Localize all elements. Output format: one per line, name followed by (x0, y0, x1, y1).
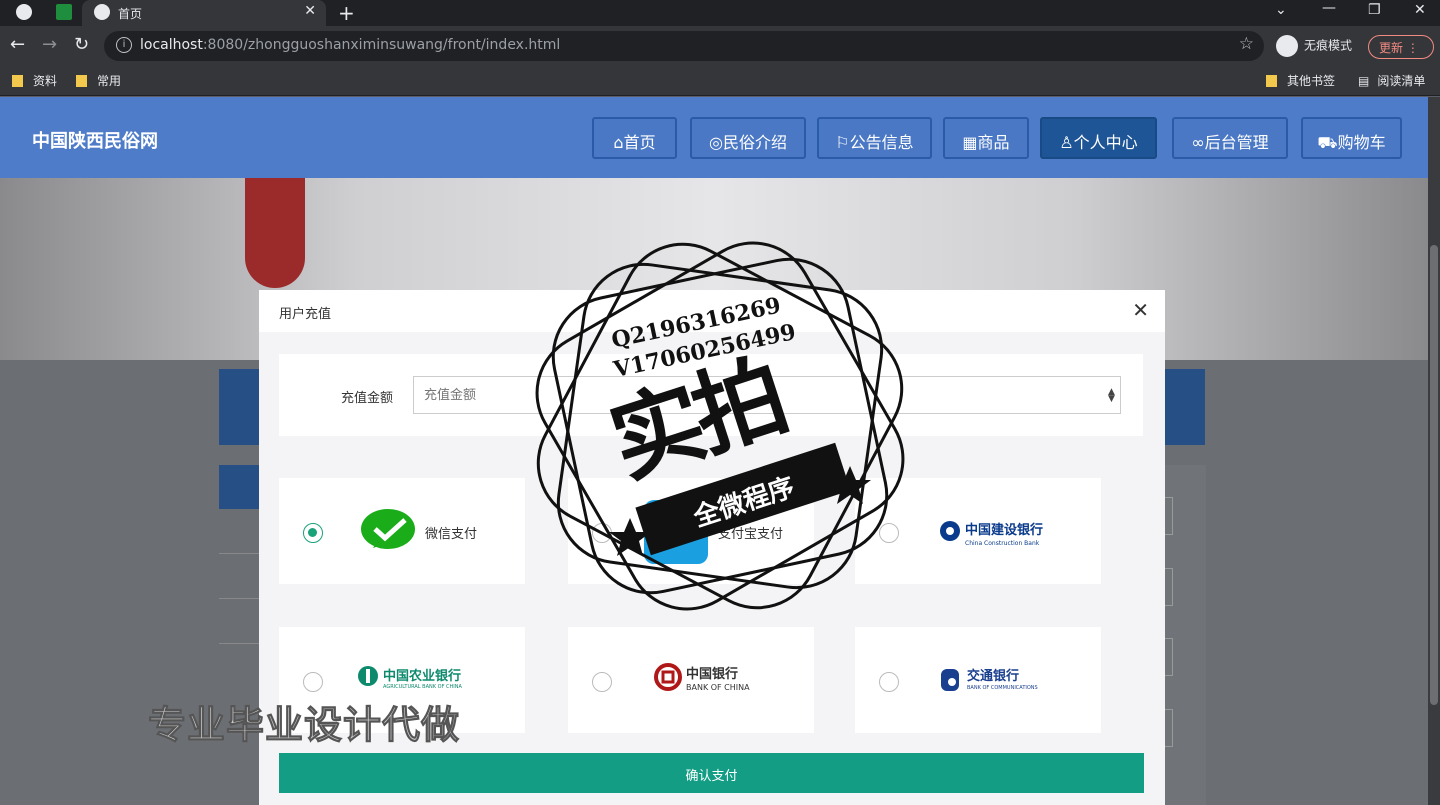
minimize-icon[interactable]: — (1322, 0, 1336, 16)
close-window-icon[interactable]: ✕ (1414, 2, 1426, 18)
tab-search-icon[interactable]: ⌄ (1275, 2, 1287, 18)
radio-boc[interactable] (592, 672, 612, 692)
abc-english-name: AGRICULTURAL BANK OF CHINA (383, 684, 462, 690)
globe-icon[interactable] (16, 4, 32, 20)
bocom-logo (941, 669, 959, 691)
back-icon[interactable]: ← (10, 34, 25, 55)
new-tab-icon[interactable]: + (338, 1, 355, 25)
bocom-english-name: BANK OF COMMUNICATIONS (967, 685, 1038, 691)
boc-logo (654, 663, 682, 691)
abc-logo (358, 666, 378, 686)
forward-icon[interactable]: → (42, 34, 57, 55)
site-header: 中国陕西民俗网 ⌂首页 ◎民俗介绍 ⚐公告信息 ▦商品 ♙个人中心 ∞后台管理 … (0, 97, 1428, 178)
tab-title: 首页 (118, 7, 143, 21)
globe-icon (94, 4, 110, 20)
nav-admin[interactable]: ∞后台管理 (1172, 117, 1288, 159)
browser-tab-strip: 首页 ✕ + ⌄ — ❐ ✕ (0, 0, 1440, 26)
folder-icon (1266, 75, 1277, 87)
address-bar[interactable]: i localhost:8080/zhongguoshanximinsuwang… (104, 31, 1264, 61)
payment-option-boc[interactable]: 中国银行 BANK OF CHINA (568, 627, 814, 733)
calendar-icon: ▦ (962, 133, 978, 152)
form-field[interactable] (1164, 497, 1173, 535)
payment-label: 中国农业银行 (383, 669, 462, 684)
link-icon: ∞ (1191, 133, 1205, 152)
update-button[interactable]: 更新 ⋮ (1368, 35, 1434, 59)
home-icon: ⌂ (613, 133, 624, 152)
reading-list[interactable]: ▤ 阅读清单 (1358, 72, 1425, 89)
form-field[interactable] (1164, 568, 1173, 606)
nav-home[interactable]: ⌂首页 (592, 117, 677, 159)
palette-icon: ◎ (709, 133, 723, 152)
sidebar-menu-active[interactable] (219, 465, 261, 509)
ccb-english-name: China Construction Bank (965, 540, 1040, 547)
user-icon: ♙ (1059, 133, 1074, 152)
incognito-icon (1276, 35, 1298, 57)
santa-hat-decoration (245, 178, 305, 288)
info-icon[interactable]: i (116, 37, 132, 53)
divider (219, 598, 261, 599)
form-field[interactable] (1164, 638, 1173, 676)
radio-bocom[interactable] (879, 672, 899, 692)
payment-label: 中国建设银行 (965, 523, 1044, 538)
bookmark-folder-changyong[interactable]: 常用 (76, 72, 121, 89)
close-icon[interactable]: ✕ (1132, 298, 1149, 322)
browser-toolbar: ← → ↻ i localhost:8080/zhongguoshanximin… (0, 26, 1440, 66)
divider (219, 643, 261, 644)
radio-wechat[interactable] (303, 523, 323, 543)
bookmark-folder-ziliao[interactable]: 资料 (12, 72, 57, 89)
watermark-text: 专业毕业设计代做 (147, 703, 461, 748)
close-tab-icon[interactable]: ✕ (304, 3, 316, 19)
confirm-payment-button[interactable]: 确认支付 (279, 753, 1144, 793)
ccb-logo (940, 521, 960, 541)
payment-option-bocom[interactable]: 交通银行 BANK OF COMMUNICATIONS (855, 627, 1101, 733)
page-scrollbar[interactable] (1428, 97, 1440, 805)
radio-abc[interactable] (303, 672, 323, 692)
sheets-icon[interactable] (56, 4, 72, 20)
cart-icon: ⛟ (1317, 133, 1338, 152)
nav-cart[interactable]: ⛟购物车 (1301, 117, 1402, 159)
nav-products[interactable]: ▦商品 (943, 117, 1029, 159)
watermark-stamp: Q2196316269 V17060256499 实拍 全微程序 (530, 236, 910, 616)
incognito-indicator[interactable]: 无痕模式 (1276, 35, 1352, 57)
payment-label: 微信支付 (425, 527, 478, 542)
reload-icon[interactable]: ↻ (74, 34, 89, 55)
wechat-pay-logo (361, 509, 415, 549)
payment-option-wechat[interactable]: 微信支付 (279, 478, 525, 584)
restore-icon[interactable]: ❐ (1368, 2, 1381, 18)
number-spinner-icon[interactable]: ▲ ▼ (1108, 388, 1115, 404)
folder-icon (12, 75, 23, 87)
amount-label: 充值金额 (341, 391, 394, 406)
nav-folk-intro[interactable]: ◎民俗介绍 (690, 117, 806, 159)
scroll-thumb[interactable] (1430, 245, 1438, 705)
dialog-title: 用户充值 (279, 307, 332, 322)
bookmarks-bar: 资料 常用 其他书签 ▤ 阅读清单 (0, 66, 1440, 96)
bookmark-star-icon[interactable]: ☆ (1239, 34, 1254, 54)
payment-label: 交通银行 (967, 669, 1020, 684)
nav-personal-center[interactable]: ♙个人中心 (1040, 117, 1157, 159)
flag-icon: ⚐ (835, 133, 850, 152)
folder-icon (76, 75, 87, 87)
boc-english-name: BANK OF CHINA (686, 683, 750, 692)
payment-label: 中国银行 (686, 667, 739, 682)
nav-announcements[interactable]: ⚐公告信息 (817, 117, 932, 159)
tab-home[interactable]: 首页 ✕ (82, 0, 326, 26)
divider (219, 553, 261, 554)
reading-list-icon: ▤ (1358, 74, 1370, 88)
url-text: localhost:8080/zhongguoshanximinsuwang/f… (140, 37, 561, 53)
site-title[interactable]: 中国陕西民俗网 (32, 127, 158, 153)
form-field[interactable] (1164, 709, 1173, 747)
bookmark-folder-other[interactable]: 其他书签 (1266, 72, 1335, 89)
